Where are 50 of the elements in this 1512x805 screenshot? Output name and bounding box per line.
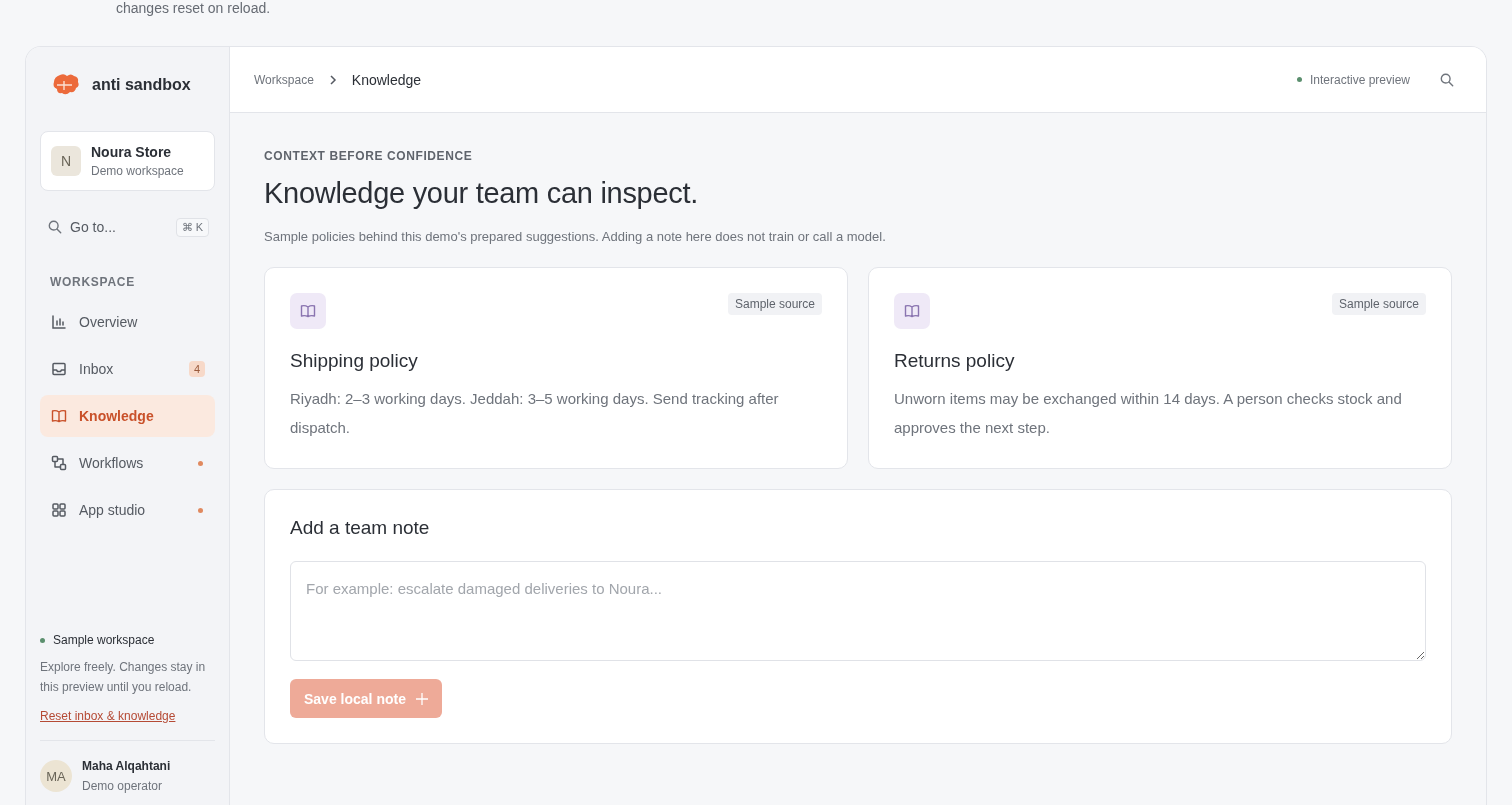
nav-item[interactable]: App studio <box>40 489 215 531</box>
source-tag: Sample source <box>1331 293 1426 315</box>
status-dot <box>1296 77 1302 82</box>
goto-search[interactable]: Go to... ⌘ K <box>40 213 215 241</box>
goto-label: Go to... <box>70 219 117 235</box>
shortcut-key: ⌘ K <box>175 217 209 237</box>
card-text: Riyadh: 2–3 working days. Jeddah: 3–5 working days. Send tracking after dispatch. <box>290 389 780 438</box>
workspace-name: Noura Store <box>91 144 173 160</box>
page-note: changes reset on reload. <box>115 0 272 16</box>
workspace-subtitle: Demo workspace <box>91 164 184 178</box>
reset-link[interactable]: Reset inbox & knowledge <box>40 709 176 723</box>
book-icon <box>300 303 316 319</box>
card-title: Add a team note <box>290 517 431 539</box>
page-description: Sample policies behind this demo's prepared suggestions. Adding a note here does not train or call a model. <box>264 228 887 246</box>
workspace-avatar: N <box>51 146 81 176</box>
search-icon <box>1440 72 1454 87</box>
brand-name: anti sandbox <box>92 76 191 94</box>
card-title: Shipping policy <box>290 350 419 372</box>
preview-status: Interactive preview <box>1309 72 1410 87</box>
section-label: WORKSPACE <box>50 275 136 289</box>
user-avatar: MA <box>40 760 72 792</box>
workspace-status: Sample workspace <box>53 633 155 647</box>
grid-icon <box>51 502 67 518</box>
eyebrow-label: CONTEXT BEFORE CONFIDENCE <box>264 149 474 163</box>
count-badge: 4 <box>188 361 205 377</box>
card-text: Unworn items may be exchanged within 14 days. A person checks stock and approves the next step. <box>894 389 1403 438</box>
user-role: Demo operator <box>82 779 164 793</box>
breadcrumb-link[interactable]: Workspace <box>254 72 314 87</box>
bar-chart-icon <box>51 314 67 330</box>
card-title: Returns policy <box>894 350 1016 372</box>
sample-description: Explore freely. Changes stay in this preview until you reload. <box>40 659 207 696</box>
page-title: Knowledge your team can inspect. <box>264 177 700 210</box>
user-name: Maha Alqahtani <box>82 759 171 773</box>
nav-item[interactable]: Overview <box>40 301 215 343</box>
plus-icon <box>415 692 428 705</box>
nav-item[interactable]: Knowledge <box>40 395 215 437</box>
book-icon <box>904 303 920 319</box>
book-icon <box>51 408 67 424</box>
workspace-switcher[interactable]: N Noura Store Demo workspace <box>40 131 215 191</box>
logo-icon <box>52 73 80 97</box>
search-icon <box>48 220 62 234</box>
note-field[interactable]: For example: escalate damaged deliveries to Noura... <box>290 561 1426 661</box>
status-dot <box>40 637 45 643</box>
nav-item[interactable]: Inbox 4 <box>40 348 215 390</box>
workflow-icon <box>51 455 67 471</box>
chevron-icon <box>327 74 338 85</box>
inbox-icon <box>51 361 67 377</box>
source-tag: Sample source <box>727 293 822 315</box>
nav-item[interactable]: Workflows <box>40 442 215 484</box>
breadcrumb-current: Knowledge <box>351 71 422 88</box>
